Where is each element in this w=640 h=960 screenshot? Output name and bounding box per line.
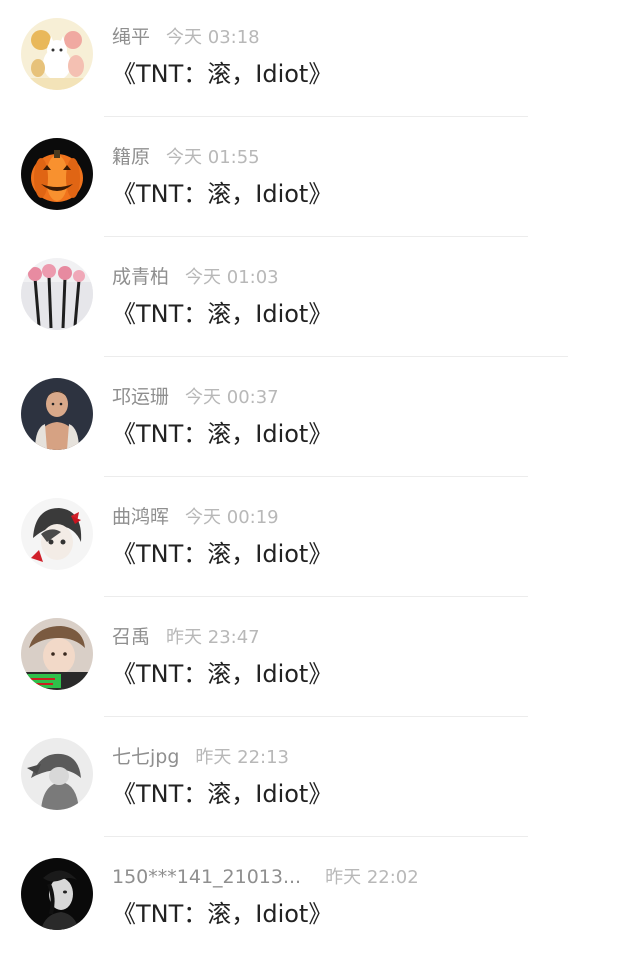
- divider: [104, 356, 568, 357]
- comment-meta: 邛运珊 今天 00:37: [112, 384, 279, 410]
- timestamp: 今天 03:18: [166, 27, 260, 48]
- sketch-avatar[interactable]: [21, 738, 93, 810]
- divider: [104, 236, 528, 237]
- divider: [104, 716, 528, 717]
- timestamp: 今天 01:55: [166, 147, 260, 168]
- timestamp: 昨天 22:13: [195, 747, 290, 768]
- timestamp: 今天 01:03: [185, 267, 279, 288]
- comment-item[interactable]: 籍原 今天 01:55 《TNT：滚，Idiot》: [0, 120, 640, 240]
- comment-meta: 籍原 今天 01:55: [112, 144, 260, 170]
- divider: [104, 476, 528, 477]
- comment-item[interactable]: 曲鸿晖 今天 00:19 《TNT：滚，Idiot》: [0, 480, 640, 600]
- timestamp: 昨天 23:47: [166, 627, 260, 648]
- comment-text: 《TNT：滚，Idiot》: [112, 300, 333, 328]
- timestamp: 今天 00:37: [185, 387, 279, 408]
- comment-text: 《TNT：滚，Idiot》: [112, 780, 333, 808]
- comment-text: 《TNT：滚，Idiot》: [112, 180, 333, 208]
- divider: [104, 836, 528, 837]
- comment-meta: 150***141_21013... 昨天 22:02: [112, 864, 419, 890]
- comment-item[interactable]: 150***141_21013... 昨天 22:02 《TNT：滚，Idiot》: [0, 840, 640, 960]
- dark-portrait-avatar[interactable]: [21, 858, 93, 930]
- comment-text: 《TNT：滚，Idiot》: [112, 60, 333, 88]
- comment-meta: 成青柏 今天 01:03: [112, 264, 279, 290]
- comment-item[interactable]: 成青柏 今天 01:03 《TNT：滚，Idiot》: [0, 240, 640, 360]
- comment-meta: 七七jpg 昨天 22:13: [112, 744, 289, 770]
- cat-avatar[interactable]: [21, 18, 93, 90]
- comment-meta: 曲鸿晖 今天 00:19: [112, 504, 279, 530]
- boy-photo-avatar[interactable]: [21, 618, 93, 690]
- comment-list: 绳平 今天 03:18 《TNT：滚，Idiot》 籍原 今天 01:55 《TNT…: [0, 0, 640, 960]
- anime-girl-avatar[interactable]: [21, 498, 93, 570]
- pumpkin-avatar[interactable]: [21, 138, 93, 210]
- comment-meta: 绳平 今天 03:18: [112, 24, 260, 50]
- username[interactable]: 籍原: [112, 146, 150, 168]
- comment-item[interactable]: 七七jpg 昨天 22:13 《TNT：滚，Idiot》: [0, 720, 640, 840]
- timestamp: 今天 00:19: [185, 507, 279, 528]
- username[interactable]: 召禹: [112, 626, 150, 648]
- username[interactable]: 曲鸿晖: [112, 506, 169, 528]
- comment-text: 《TNT：滚，Idiot》: [112, 540, 333, 568]
- username[interactable]: 成青柏: [112, 266, 169, 288]
- username[interactable]: 邛运珊: [112, 386, 169, 408]
- comment-text: 《TNT：滚，Idiot》: [112, 900, 333, 928]
- username[interactable]: 绳平: [112, 26, 150, 48]
- comment-item[interactable]: 绳平 今天 03:18 《TNT：滚，Idiot》: [0, 0, 640, 120]
- timestamp: 昨天 22:02: [325, 867, 419, 888]
- divider: [104, 596, 528, 597]
- username[interactable]: 七七jpg: [112, 746, 179, 768]
- comment-meta: 召禹 昨天 23:47: [112, 624, 260, 650]
- roses-avatar[interactable]: [21, 258, 93, 330]
- divider: [104, 116, 528, 117]
- comment-text: 《TNT：滚，Idiot》: [112, 660, 333, 688]
- username[interactable]: 150***141_21013...: [112, 866, 301, 888]
- comment-item[interactable]: 邛运珊 今天 00:37 《TNT：滚，Idiot》: [0, 360, 640, 480]
- comment-text: 《TNT：滚，Idiot》: [112, 420, 333, 448]
- man-avatar[interactable]: [21, 378, 93, 450]
- comment-item[interactable]: 召禹 昨天 23:47 《TNT：滚，Idiot》: [0, 600, 640, 720]
